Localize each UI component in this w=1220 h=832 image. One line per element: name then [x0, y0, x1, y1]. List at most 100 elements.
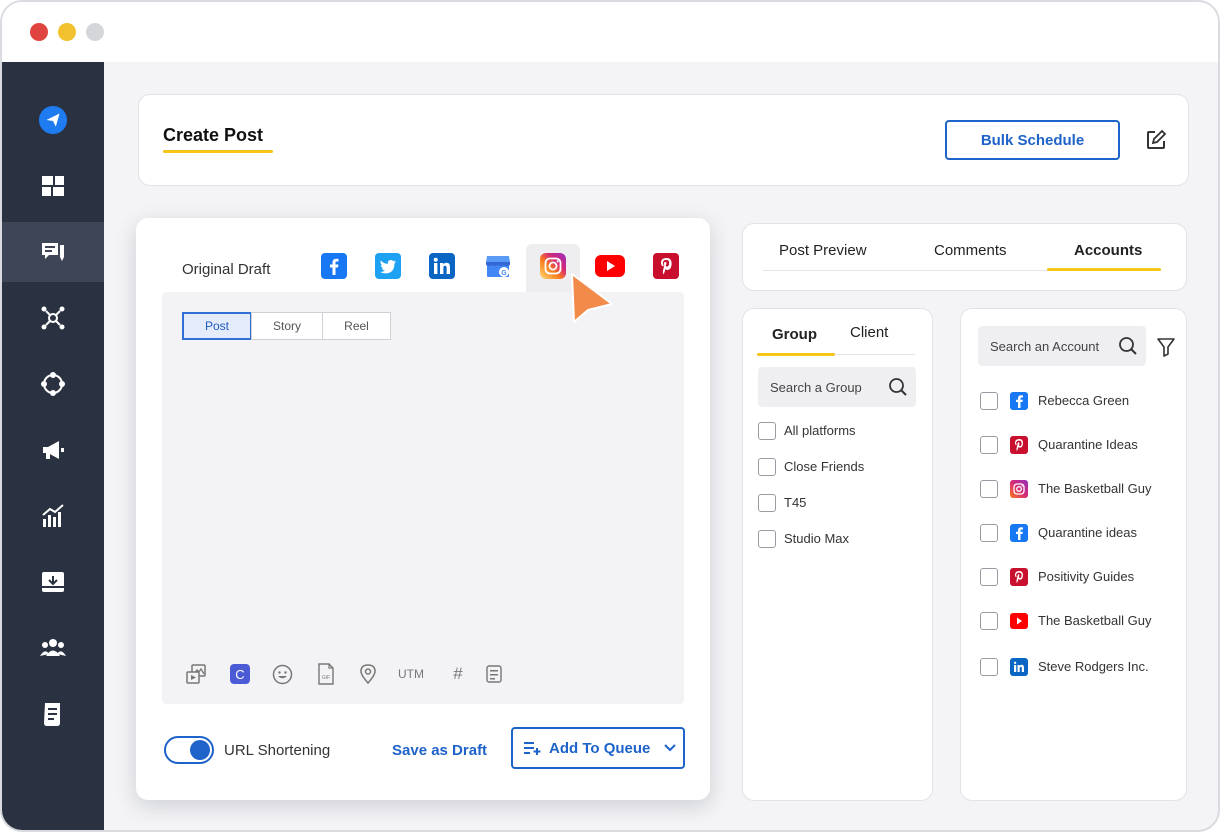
- platform-pinterest[interactable]: [652, 252, 680, 280]
- group-label: Studio Max: [784, 531, 850, 546]
- edit-icon[interactable]: [1145, 129, 1167, 151]
- account-checkbox[interactable]: [980, 436, 998, 454]
- sidebar-item-network[interactable]: [2, 288, 104, 348]
- facebook-icon: [1010, 524, 1028, 542]
- sidebar-item-campaigns[interactable]: [2, 420, 104, 480]
- active-tab-indicator: [1047, 268, 1161, 271]
- account-checkbox[interactable]: [980, 480, 998, 498]
- paper-plane-icon: [38, 105, 68, 135]
- title-underline: [163, 150, 273, 153]
- facebook-icon: [1010, 392, 1028, 410]
- save-as-draft-link[interactable]: Save as Draft: [392, 742, 487, 759]
- platform-twitter[interactable]: [374, 252, 402, 280]
- tab-client[interactable]: Client: [850, 324, 888, 341]
- google-business-icon: G: [486, 256, 510, 277]
- tab-post-preview[interactable]: Post Preview: [779, 242, 867, 259]
- instagram-icon: [1010, 480, 1028, 498]
- account-checkbox[interactable]: [980, 612, 998, 630]
- group-checkbox-close-friends[interactable]: [758, 458, 776, 476]
- linkedin-icon: [429, 253, 455, 279]
- chevron-down-icon[interactable]: [664, 744, 677, 752]
- location-tool-button[interactable]: [356, 662, 380, 686]
- filter-icon[interactable]: [1156, 337, 1176, 357]
- url-shortening-toggle[interactable]: [164, 736, 214, 764]
- platform-linkedin[interactable]: [428, 252, 456, 280]
- editor-card: Original Draft G Post Story Reel C GIF U…: [136, 218, 710, 800]
- account-search-placeholder: Search an Account: [990, 338, 1100, 354]
- bulk-schedule-button[interactable]: Bulk Schedule: [945, 120, 1120, 160]
- megaphone-icon: [43, 441, 64, 459]
- group-label: Close Friends: [784, 459, 865, 474]
- account-checkbox[interactable]: [980, 568, 998, 586]
- gif-tool-button[interactable]: GIF: [314, 662, 338, 686]
- media-tool-button[interactable]: [184, 662, 208, 686]
- sidebar-item-compose[interactable]: [2, 222, 104, 282]
- platform-instagram[interactable]: [539, 252, 567, 280]
- hashtag-tool-button[interactable]: #: [446, 662, 470, 686]
- url-shortening-label: URL Shortening: [224, 742, 331, 759]
- group-tab-indicator: [757, 353, 835, 356]
- team-icon: [40, 639, 66, 656]
- account-name: Rebecca Green: [1038, 393, 1130, 408]
- instagram-icon: [540, 253, 566, 279]
- post-type-post[interactable]: Post: [182, 312, 252, 340]
- group-label: All platforms: [784, 423, 856, 438]
- post-editor-area[interactable]: Post Story Reel C GIF UTM #: [162, 292, 684, 704]
- facebook-icon: [321, 253, 347, 279]
- close-window-button[interactable]: [30, 23, 48, 41]
- toggle-knob: [190, 740, 210, 760]
- sidebar-item-reports[interactable]: [2, 684, 104, 744]
- search-icon[interactable]: [888, 377, 908, 397]
- emoji-icon: [272, 664, 292, 684]
- utm-tool-button[interactable]: UTM: [394, 662, 428, 686]
- preview-tabs-card: Post Preview Comments Accounts: [742, 223, 1187, 291]
- post-type-story[interactable]: Story: [251, 312, 323, 340]
- platform-facebook[interactable]: [320, 252, 348, 280]
- header-card: Create Post Bulk Schedule: [138, 94, 1189, 186]
- sidebar-item-team[interactable]: [2, 618, 104, 678]
- sidebar-item-dashboard[interactable]: [2, 156, 104, 216]
- accounts-panel: Search an Account Rebecca Green Quaranti…: [960, 308, 1187, 801]
- maximize-window-button[interactable]: [86, 23, 104, 41]
- emoji-tool-button[interactable]: [270, 662, 294, 686]
- mouse-cursor-icon: [571, 273, 613, 323]
- tab-accounts[interactable]: Accounts: [1074, 242, 1142, 259]
- group-checkbox-studio-max[interactable]: [758, 530, 776, 548]
- app-window: Create Post Bulk Schedule Original Draft: [0, 0, 1220, 832]
- original-draft-tab[interactable]: Original Draft: [182, 261, 270, 278]
- group-checkbox-t45[interactable]: [758, 494, 776, 512]
- account-name: Positivity Guides: [1038, 569, 1135, 584]
- group-search-input[interactable]: Search a Group: [758, 367, 916, 407]
- queue-add-icon: [524, 742, 541, 755]
- sidebar-item-workflow[interactable]: [2, 354, 104, 414]
- group-checkbox-all-platforms[interactable]: [758, 422, 776, 440]
- account-search-input[interactable]: Search an Account: [978, 326, 1146, 366]
- youtube-icon: [1010, 613, 1028, 629]
- reports-icon: [44, 703, 60, 726]
- sidebar-item-inbox[interactable]: [2, 552, 104, 612]
- analytics-icon: [42, 504, 64, 527]
- network-icon: [41, 306, 65, 330]
- gif-icon: GIF: [318, 663, 334, 685]
- tab-comments[interactable]: Comments: [934, 242, 1007, 259]
- svg-text:GIF: GIF: [322, 675, 330, 681]
- platform-google-business[interactable]: G: [484, 252, 512, 280]
- account-checkbox[interactable]: [980, 524, 998, 542]
- search-icon[interactable]: [1118, 336, 1138, 356]
- minimize-window-button[interactable]: [58, 23, 76, 41]
- post-type-reel[interactable]: Reel: [322, 312, 391, 340]
- account-checkbox[interactable]: [980, 658, 998, 676]
- dashboard-icon: [42, 176, 64, 196]
- sidebar-logo[interactable]: [2, 90, 104, 150]
- pinterest-icon: [653, 253, 679, 279]
- account-name: Steve Rodgers Inc.: [1038, 659, 1149, 674]
- saved-captions-tool-button[interactable]: [482, 662, 506, 686]
- page-title: Create Post: [163, 125, 264, 145]
- add-to-queue-button[interactable]: Add To Queue: [511, 727, 685, 769]
- account-checkbox[interactable]: [980, 392, 998, 410]
- sidebar-item-analytics[interactable]: [2, 486, 104, 546]
- tab-group[interactable]: Group: [772, 326, 817, 343]
- canva-tool-button[interactable]: C: [228, 662, 252, 686]
- add-to-queue-label: Add To Queue: [549, 739, 651, 757]
- location-pin-icon: [360, 664, 376, 685]
